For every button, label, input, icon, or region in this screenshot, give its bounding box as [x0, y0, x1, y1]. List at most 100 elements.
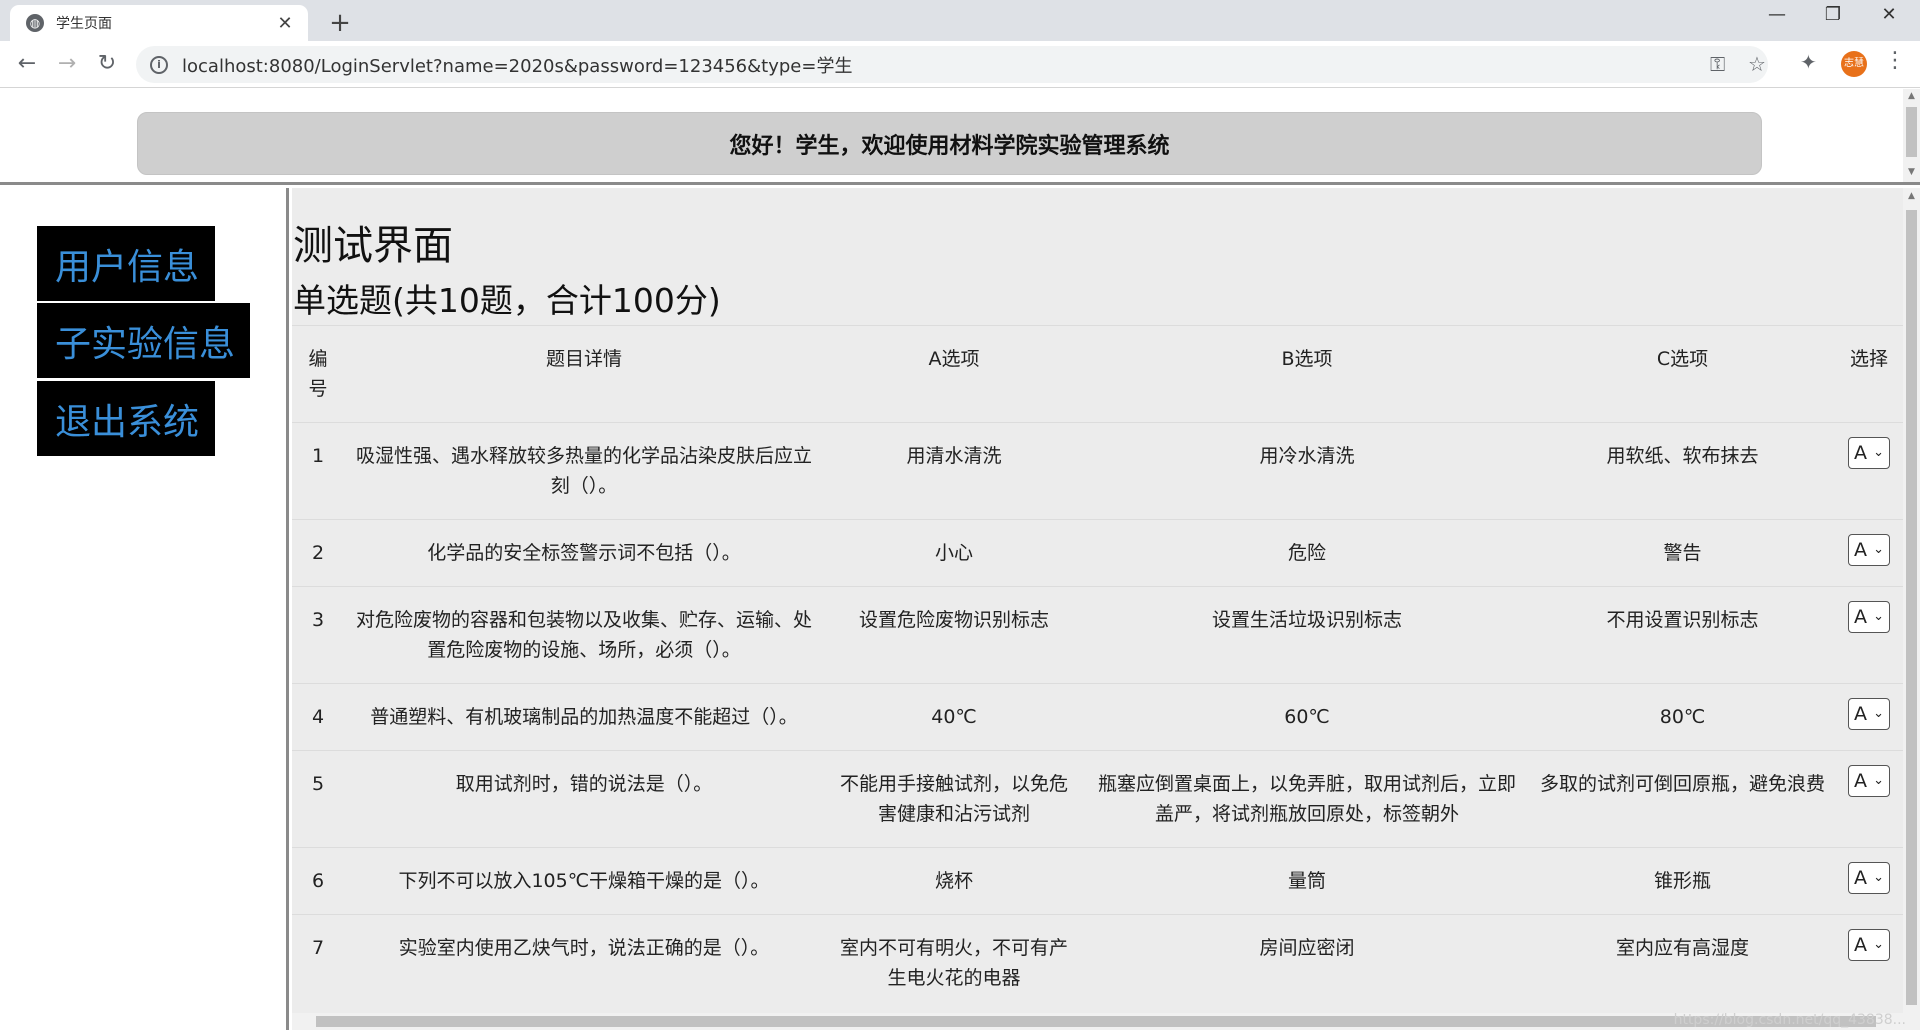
- option-a: 40℃: [824, 683, 1084, 751]
- new-tab-button[interactable]: +: [326, 8, 354, 38]
- answer-select[interactable]: A ⌄: [1848, 534, 1890, 566]
- answer-select[interactable]: A ⌄: [1848, 862, 1890, 894]
- table-row: 2 化学品的安全标签警示词不包括（）。 小心 危险 警告 A ⌄: [292, 519, 1903, 587]
- close-window-button[interactable]: ✕: [1866, 4, 1912, 25]
- scroll-thumb[interactable]: [1906, 107, 1917, 157]
- answer-cell: A ⌄: [1835, 586, 1903, 684]
- scroll-up-arrow-icon[interactable]: ▲: [1903, 191, 1920, 201]
- table-row: 1 吸湿性强、遇水释放较多热量的化学品沾染皮肤后应立刻（）。 用清水清洗 用冷水…: [292, 422, 1903, 520]
- answer-select[interactable]: A ⌄: [1848, 437, 1890, 469]
- chevron-down-icon: ⌄: [1873, 870, 1884, 885]
- answer-cell: A ⌄: [1835, 750, 1903, 848]
- question-number: 1: [292, 422, 344, 520]
- chevron-down-icon: ⌄: [1873, 609, 1884, 624]
- option-a: 不能用手接触试剂，以免危害健康和沾污试剂: [824, 750, 1084, 848]
- answer-select[interactable]: A ⌄: [1848, 765, 1890, 797]
- table-header-row: 编号 题目详情 A选项 B选项 C选项 选择: [292, 325, 1903, 423]
- welcome-banner: 您好！学生，欢迎使用材料学院实验管理系统: [137, 112, 1762, 175]
- scroll-thumb[interactable]: [316, 1016, 1876, 1027]
- option-a: 烧杯: [824, 847, 1084, 915]
- option-b: 量筒: [1084, 847, 1530, 915]
- option-c: 锥形瓶: [1530, 847, 1835, 915]
- question-number: 6: [292, 847, 344, 915]
- answer-value: A: [1854, 770, 1867, 792]
- key-icon[interactable]: ⚿: [1710, 52, 1725, 76]
- table-row: 5 取用试剂时，错的说法是（）。 不能用手接触试剂，以免危害健康和沾污试剂 瓶塞…: [292, 750, 1903, 848]
- header-select: 选择: [1835, 325, 1903, 423]
- info-icon[interactable]: i: [150, 55, 168, 74]
- option-c: 不用设置识别标志: [1530, 586, 1835, 684]
- minimize-button[interactable]: —: [1754, 4, 1800, 25]
- option-b: 设置生活垃圾识别标志: [1084, 586, 1530, 684]
- answer-select[interactable]: A ⌄: [1848, 929, 1890, 961]
- tab-close-icon[interactable]: ✕: [274, 13, 296, 34]
- url-text: localhost:8080/LoginServlet?name=2020s&p…: [182, 55, 853, 77]
- forward-icon[interactable]: →: [52, 51, 82, 76]
- question-text: 取用试剂时，错的说法是（）。: [344, 750, 824, 848]
- question-number: 3: [292, 586, 344, 684]
- answer-select[interactable]: A ⌄: [1848, 698, 1890, 730]
- header-option-c: C选项: [1530, 325, 1835, 423]
- answer-value: A: [1854, 606, 1867, 628]
- question-number: 5: [292, 750, 344, 848]
- question-number: 7: [292, 914, 344, 1011]
- answer-cell: A ⌄: [1835, 683, 1903, 751]
- scroll-down-arrow-icon[interactable]: ▼: [1903, 167, 1920, 177]
- answer-select[interactable]: A ⌄: [1848, 601, 1890, 633]
- table-row: 4 普通塑料、有机玻璃制品的加热温度不能超过（）。 40℃ 60℃ 80℃ A ⌄: [292, 683, 1903, 751]
- main-vertical-scrollbar[interactable]: ▲: [1903, 188, 1920, 1013]
- header-option-a: A选项: [824, 325, 1084, 423]
- header-question: 题目详情: [344, 325, 824, 423]
- option-b: 瓶塞应倒置桌面上，以免弄脏，取用试剂后，立即盖严，将试剂瓶放回原处，标签朝外: [1084, 750, 1530, 848]
- question-text: 对危险废物的容器和包装物以及收集、贮存、运输、处置危险废物的设施、场所，必须（）…: [344, 586, 824, 684]
- left-nav-frame: 用户信息 子实验信息 退出系统: [0, 188, 289, 1030]
- chevron-down-icon: ⌄: [1873, 937, 1884, 952]
- answer-value: A: [1854, 867, 1867, 889]
- question-text: 下列不可以放入105℃干燥箱干燥的是（）。: [344, 847, 824, 915]
- option-c: 多取的试剂可倒回原瓶，避免浪费: [1530, 750, 1835, 848]
- question-table: 编号 题目详情 A选项 B选项 C选项 选择 1 吸湿性强、遇水释放较多热量的化…: [292, 325, 1903, 1011]
- chevron-down-icon: ⌄: [1873, 706, 1884, 721]
- option-b: 用冷水清洗: [1084, 422, 1530, 520]
- browser-tabstrip: ◍ 学生页面 ✕ + — ❐ ✕: [0, 0, 1920, 41]
- option-c: 80℃: [1530, 683, 1835, 751]
- option-b: 危险: [1084, 519, 1530, 587]
- nav-item-logout[interactable]: 退出系统: [37, 381, 215, 456]
- nav-item-user-info[interactable]: 用户信息: [37, 226, 215, 301]
- table-row: 7 实验室内使用乙炔气时，说法正确的是（）。 室内不可有明火，不可有产生电火花的…: [292, 914, 1903, 1011]
- browser-tab[interactable]: ◍ 学生页面 ✕: [10, 5, 308, 41]
- option-b: 房间应密闭: [1084, 914, 1530, 1011]
- nav-item-sub-experiment[interactable]: 子实验信息: [37, 303, 250, 378]
- back-icon[interactable]: ←: [12, 51, 42, 76]
- option-c: 用软纸、软布抹去: [1530, 422, 1835, 520]
- header-no: 编号: [292, 325, 344, 423]
- watermark: https://blog.csdn.net/qq_43838...: [1673, 1012, 1906, 1028]
- browser-toolbar: ← → ↻ i localhost:8080/LoginServlet?name…: [0, 41, 1920, 88]
- globe-icon: ◍: [26, 14, 44, 32]
- address-bar[interactable]: i localhost:8080/LoginServlet?name=2020s…: [136, 46, 1768, 83]
- maximize-button[interactable]: ❐: [1810, 4, 1856, 25]
- question-text: 普通塑料、有机玻璃制品的加热温度不能超过（）。: [344, 683, 824, 751]
- page-title: 测试界面: [293, 223, 453, 269]
- question-text: 实验室内使用乙炔气时，说法正确的是（）。: [344, 914, 824, 1011]
- question-text: 化学品的安全标签警示词不包括（）。: [344, 519, 824, 587]
- question-number: 2: [292, 519, 344, 587]
- answer-cell: A ⌄: [1835, 847, 1903, 915]
- answer-cell: A ⌄: [1835, 422, 1903, 520]
- profile-avatar[interactable]: 志慧: [1841, 51, 1867, 77]
- extensions-icon[interactable]: ✦: [1800, 50, 1817, 74]
- option-b: 60℃: [1084, 683, 1530, 751]
- answer-cell: A ⌄: [1835, 519, 1903, 587]
- table-row: 6 下列不可以放入105℃干燥箱干燥的是（）。 烧杯 量筒 锥形瓶 A ⌄: [292, 847, 1903, 915]
- top-frame-scrollbar[interactable]: ▲ ▼: [1903, 89, 1920, 182]
- scroll-thumb[interactable]: [1906, 210, 1917, 1005]
- answer-value: A: [1854, 539, 1867, 561]
- option-a: 室内不可有明火，不可有产生电火花的电器: [824, 914, 1084, 1011]
- menu-icon[interactable]: ⋮: [1884, 48, 1906, 73]
- option-c: 警告: [1530, 519, 1835, 587]
- main-frame: 测试界面 单选题(共10题，合计100分) 编号 题目详情 A选项 B选项 C选…: [292, 188, 1920, 1030]
- reload-icon[interactable]: ↻: [92, 51, 122, 76]
- scroll-up-arrow-icon[interactable]: ▲: [1903, 91, 1920, 101]
- star-icon[interactable]: ☆: [1748, 52, 1766, 76]
- page-subtitle: 单选题(共10题，合计100分): [293, 281, 721, 320]
